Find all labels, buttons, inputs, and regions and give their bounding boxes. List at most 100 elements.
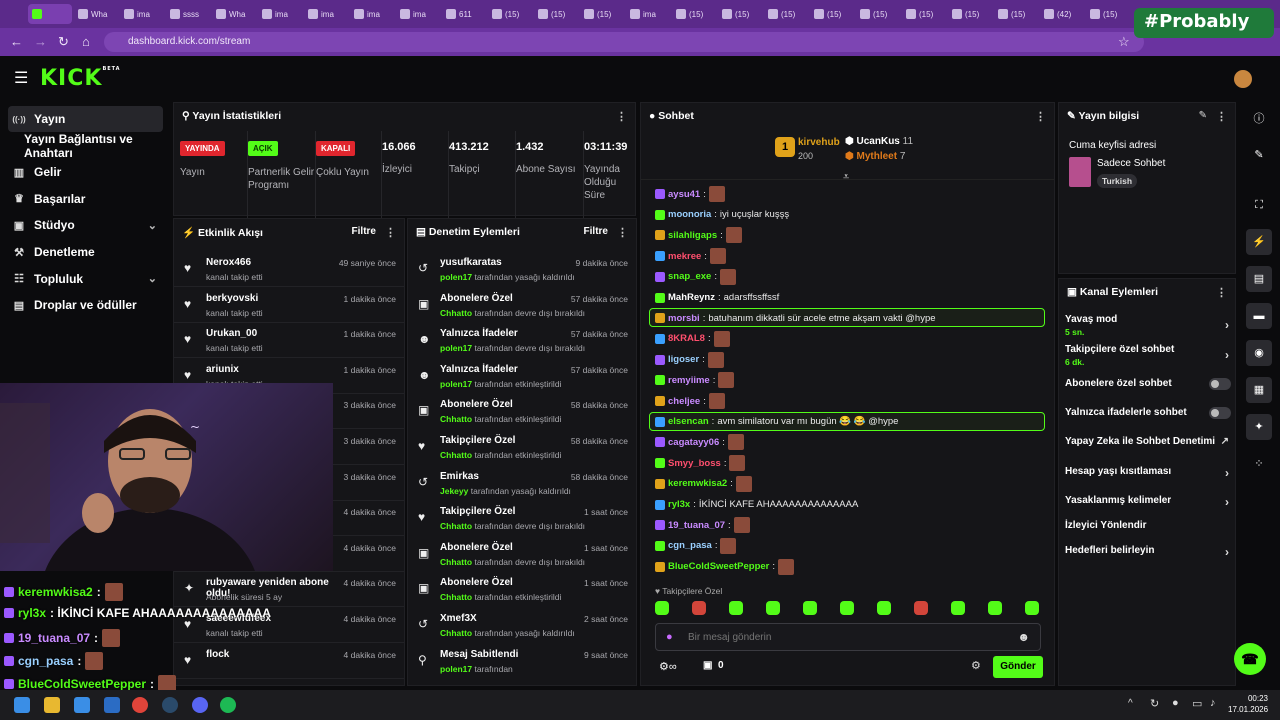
emote-icon[interactable] xyxy=(655,601,669,615)
emote-icon[interactable] xyxy=(988,601,1002,615)
chat-message[interactable]: 8KRAL8: xyxy=(655,330,730,348)
outlook-icon[interactable] xyxy=(104,697,120,713)
emote-icon[interactable] xyxy=(692,601,706,615)
more-icon[interactable]: ⋮ xyxy=(1216,286,1227,299)
channel-action-row[interactable]: Yapay Zeka ile Sohbet Denetimi ↗ xyxy=(1065,436,1231,447)
chat-username[interactable]: snap_exe xyxy=(668,271,711,282)
chat-message[interactable]: remyiime: xyxy=(655,371,735,389)
forward-icon[interactable]: → xyxy=(34,34,47,49)
sidebar-item[interactable]: ♛ Başarılar xyxy=(8,186,163,212)
emote-icon[interactable] xyxy=(803,601,817,615)
activity-row[interactable]: ♥ Urukan_00 kanalı takip etti 1 dakika önce xyxy=(174,322,404,359)
edit-icon[interactable]: ✎ xyxy=(1199,110,1207,121)
top-gifter-name[interactable]: kirvehub xyxy=(798,137,840,148)
chat-username[interactable]: elsencan xyxy=(668,416,709,427)
moderation-row[interactable]: ↺ Emirkas Jekeyy tarafından yasağı kaldırı… xyxy=(408,465,636,501)
emote-icon[interactable] xyxy=(729,601,743,615)
sidebar-item[interactable]: ▣ Stüdyo ⌄ xyxy=(8,212,163,238)
chat-message[interactable]: keremwkisa2: xyxy=(655,475,752,493)
chat-username[interactable]: cagatayy06 xyxy=(668,437,719,448)
browser-tab[interactable]: (15) xyxy=(718,4,762,24)
moderation-filter-button[interactable]: Filtre xyxy=(584,226,608,237)
bookmark-star-icon[interactable]: ☆ xyxy=(1118,34,1130,50)
browser-tab[interactable]: (15) xyxy=(810,4,854,24)
browser-tab[interactable]: (42) xyxy=(1040,4,1084,24)
user-avatar[interactable] xyxy=(1234,70,1252,88)
tray-sync-icon[interactable]: ↻ xyxy=(1150,697,1159,710)
more-icon[interactable]: ⋮ xyxy=(1035,110,1046,123)
browser-tab[interactable]: (15) xyxy=(948,4,992,24)
browser-tab[interactable] xyxy=(28,4,72,24)
gear-icon[interactable]: ⚙ xyxy=(971,659,981,672)
moderation-row[interactable]: ↺ Xmef3X Chhatto tarafından yasağı kaldırı… xyxy=(408,607,636,643)
chat-username[interactable]: silahligaps xyxy=(668,230,717,241)
activity-row[interactable]: ♥ flock 4 dakika önce xyxy=(174,643,404,679)
chat-username[interactable]: ryl3x xyxy=(668,499,690,510)
browser-tab[interactable]: ima xyxy=(396,4,440,24)
activity-row[interactable]: ♥ berkyovski kanalı takip etti 1 dakika önc… xyxy=(174,287,404,323)
channel-action-row[interactable]: Abonelere özel sohbet xyxy=(1065,378,1231,390)
browser-tab[interactable]: Wha xyxy=(212,4,256,24)
chat-message[interactable]: cgn_pasa: xyxy=(655,537,737,555)
chat-username[interactable]: 8KRAL8 xyxy=(668,333,705,344)
steam-icon[interactable] xyxy=(162,697,178,713)
browser-tab[interactable]: (15) xyxy=(672,4,716,24)
moderation-row[interactable]: ▣ Abonelere Özel Chhatto tarafından devre … xyxy=(408,287,636,323)
emote-icon[interactable] xyxy=(951,601,965,615)
chat-username[interactable]: Smyy_boss xyxy=(668,458,721,469)
moderation-row[interactable]: ♥ Takipçilere Özel Chhatto tarafından etki… xyxy=(408,429,636,465)
moderation-row[interactable]: ⚲ Mesaj Sabitlendi polen17 tarafından 9 saa… xyxy=(408,643,636,679)
browser-tab[interactable]: ima xyxy=(626,4,670,24)
chat-username[interactable]: cgn_pasa xyxy=(668,540,712,551)
chat-input[interactable] xyxy=(688,629,1008,645)
chat-settings-icon[interactable]: ⚙∞ xyxy=(659,660,677,673)
chat-bubble-icon[interactable]: ▬ xyxy=(1246,303,1272,329)
gifter-2[interactable]: ⬢ UcanKus 11 xyxy=(845,136,913,147)
chat-message[interactable]: cagatayy06: xyxy=(655,433,744,451)
send-button[interactable]: Gönder xyxy=(993,656,1043,678)
sidebar-item[interactable]: ▤ Droplar ve ödüller xyxy=(8,292,163,318)
emote-icon[interactable] xyxy=(1025,601,1039,615)
wrench-icon[interactable]: ✦ xyxy=(1246,414,1272,440)
more-icon[interactable]: ⋮ xyxy=(1216,110,1227,123)
chat-message[interactable]: moonoria: iyi uçuşlar kuşşş xyxy=(655,206,789,224)
category-name[interactable]: Sadece Sohbet xyxy=(1097,158,1165,169)
chat-username[interactable]: mekree xyxy=(668,251,701,262)
channel-action-row[interactable]: Hesap yaşı kısıtlaması › xyxy=(1065,466,1231,480)
moderation-row[interactable]: ▣ Abonelere Özel Chhatto tarafından devre … xyxy=(408,536,636,572)
chat-username[interactable]: aysu41 xyxy=(668,189,700,200)
activity-row[interactable]: ♥ Nerox466 kanalı takip etti 49 saniye önce xyxy=(174,251,404,287)
store-icon[interactable] xyxy=(74,697,90,713)
menu-icon[interactable]: ☰ xyxy=(14,68,28,88)
chat-message[interactable]: ryl3x: İKİNCİ KAFE AHAAAAAAAAAAAAAA xyxy=(655,496,858,514)
fullscreen-icon[interactable]: ⛶ xyxy=(1246,192,1272,218)
kick-logo[interactable]: KICKBETA xyxy=(40,66,121,91)
emote-icon[interactable] xyxy=(766,601,780,615)
channel-action-row[interactable]: Takipçilere özel sohbet 6 dk. › xyxy=(1065,344,1231,367)
chat-username[interactable]: moonoria xyxy=(668,209,711,220)
browser-tab[interactable]: ima xyxy=(120,4,164,24)
chat-username[interactable]: remyiime xyxy=(668,375,710,386)
chat-username[interactable]: MahReynz xyxy=(668,292,715,303)
browser-tab[interactable]: (15) xyxy=(902,4,946,24)
chat-username[interactable]: cheljee xyxy=(668,396,700,407)
more-icon[interactable]: ⋮ xyxy=(385,226,396,239)
url-field[interactable]: dashboard.kick.com/stream xyxy=(104,32,1144,52)
emote-icon[interactable] xyxy=(877,601,891,615)
mic-icon[interactable]: ● xyxy=(666,631,673,643)
browser-tab[interactable]: ima xyxy=(304,4,348,24)
browser-tab[interactable]: 611 xyxy=(442,4,486,24)
chat-message[interactable]: cheljee: xyxy=(655,392,725,410)
channel-action-row[interactable]: Yavaş mod 5 sn. › xyxy=(1065,314,1231,337)
chat-message[interactable]: snap_exe: xyxy=(655,268,736,286)
volume-icon[interactable]: ♪ xyxy=(1210,697,1216,709)
sidebar-item[interactable]: ▥ Gelir xyxy=(8,159,163,185)
browser-tab[interactable]: (15) xyxy=(856,4,900,24)
browser-tab[interactable]: ima xyxy=(258,4,302,24)
moderation-row[interactable]: ▣ Abonelere Özel Chhatto tarafından etkinl… xyxy=(408,571,636,607)
chat-username[interactable]: BlueColdSweetPepper xyxy=(668,561,769,572)
activity-filter-button[interactable]: Filtre xyxy=(352,226,376,237)
discord-icon[interactable] xyxy=(192,697,208,713)
browser-tab[interactable]: (15) xyxy=(764,4,808,24)
emote-icon[interactable] xyxy=(840,601,854,615)
